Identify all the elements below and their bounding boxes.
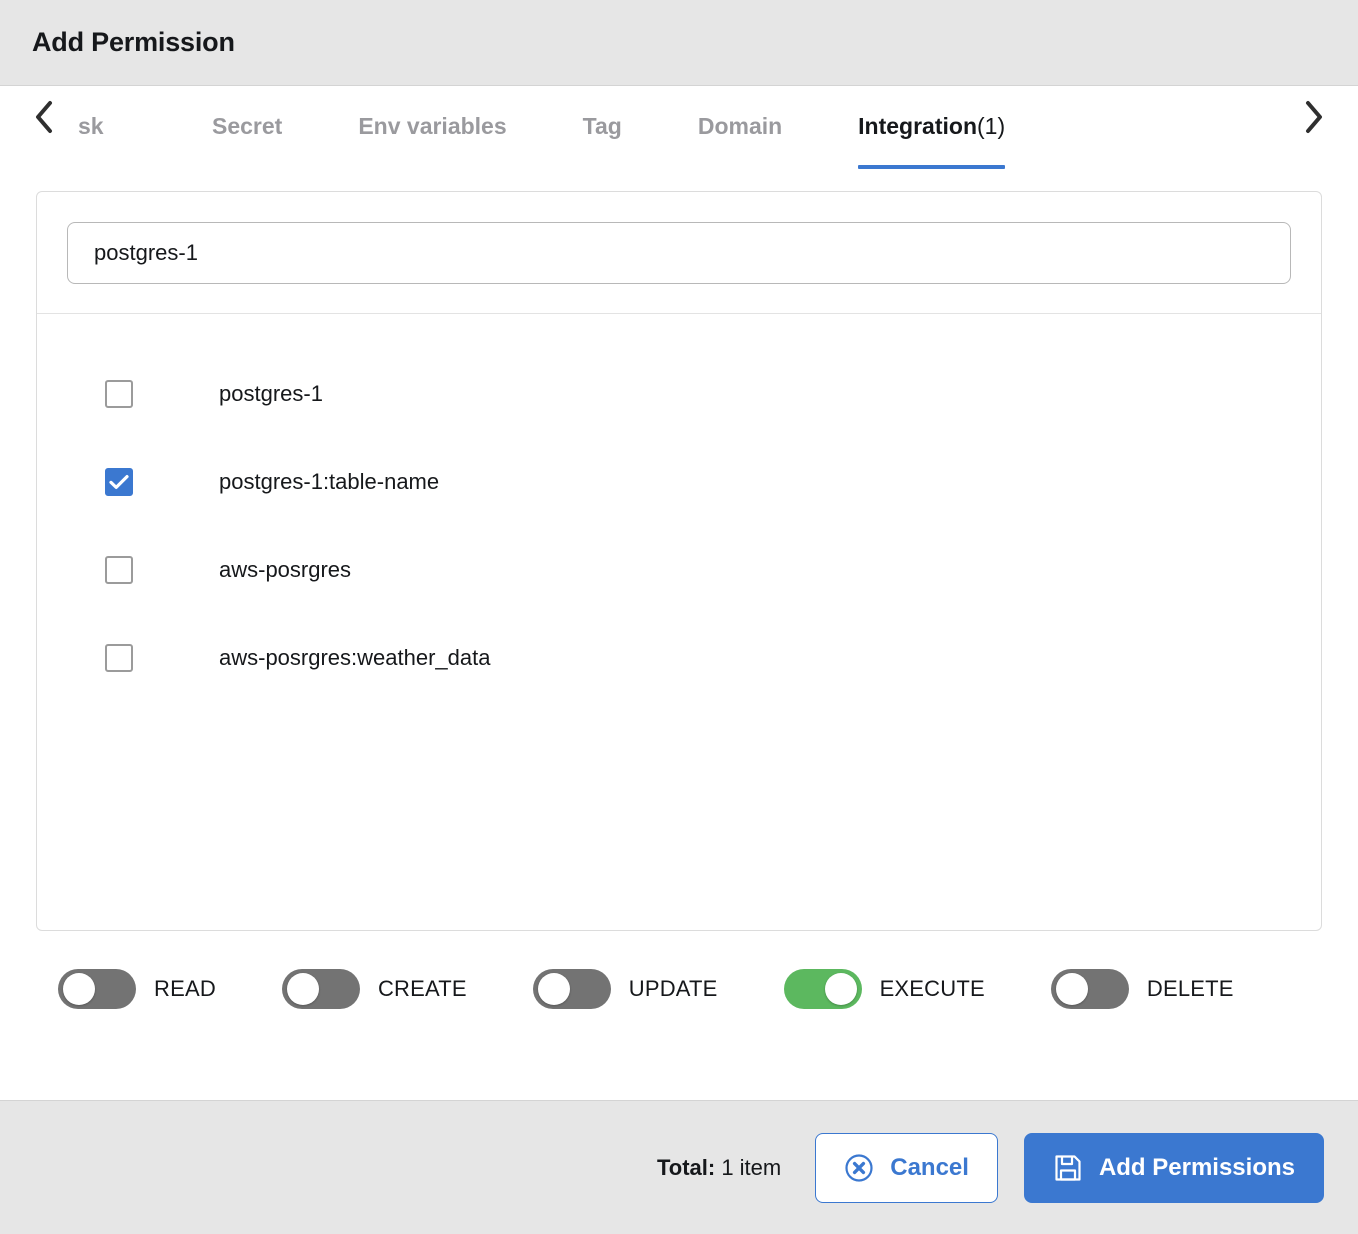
integration-option-list[interactable]: postgres-1 postgres-1:table-name aws-pos… <box>37 314 1321 930</box>
checkbox-aws-posrgres[interactable] <box>105 556 133 584</box>
list-item[interactable]: postgres-1 <box>37 350 1321 438</box>
tab-domain[interactable]: Domain <box>698 86 782 166</box>
tab-bar: sk Secret Env variables Tag Domain Integ… <box>0 86 1358 191</box>
tab-env-variables-label: Env variables <box>358 112 507 139</box>
permission-read-label: READ <box>154 976 216 1001</box>
checkbox-postgres-1[interactable] <box>105 380 133 408</box>
toggle-knob <box>1055 973 1088 1005</box>
list-item-label: aws-posrgres:weather_data <box>219 645 491 670</box>
tab-strip: sk Secret Env variables Tag Domain Integ… <box>70 86 1288 191</box>
checkbox-aws-posrgres-weather-data[interactable] <box>105 644 133 672</box>
permission-delete[interactable]: DELETE <box>1050 969 1234 1009</box>
cancel-button-label: Cancel <box>890 1153 969 1181</box>
toggle-delete[interactable] <box>1050 969 1129 1009</box>
page-title: Add Permission <box>32 27 235 57</box>
search-row <box>37 192 1321 314</box>
permission-execute[interactable]: EXECUTE <box>783 969 985 1009</box>
close-circle-icon <box>844 1153 874 1183</box>
list-item-label: postgres-1:table-name <box>219 469 440 494</box>
tab-integration-count: (1) <box>977 112 1006 139</box>
permission-create-label: CREATE <box>377 976 467 1001</box>
save-floppy-icon <box>1053 1153 1083 1183</box>
toggle-read[interactable] <box>58 969 136 1009</box>
permission-read[interactable]: READ <box>58 969 216 1009</box>
add-permissions-button-label: Add Permissions <box>1098 1153 1295 1181</box>
permission-execute-label: EXECUTE <box>879 976 985 1001</box>
total-value: 1 item <box>715 1154 782 1180</box>
dialog-header: Add Permission <box>0 0 1358 86</box>
chevron-right-icon[interactable] <box>1288 86 1340 148</box>
add-permission-dialog: Add Permission sk Secret Env variables T… <box>0 0 1358 1234</box>
tab-domain-label: Domain <box>697 112 783 139</box>
tab-clipped[interactable]: sk <box>78 86 136 166</box>
list-item-label: aws-posrgres <box>219 557 352 582</box>
tab-tag-label: Tag <box>582 112 622 139</box>
toggle-create[interactable] <box>281 969 360 1009</box>
list-item-label: postgres-1 <box>219 381 323 406</box>
checkbox-postgres-1-table-name[interactable] <box>105 468 133 496</box>
toggle-knob <box>63 973 95 1005</box>
toggle-update[interactable] <box>532 969 611 1009</box>
dialog-body: postgres-1 postgres-1:table-name <box>0 191 1358 1100</box>
chevron-left-icon[interactable] <box>18 86 70 148</box>
toggle-knob <box>537 973 570 1005</box>
total-count: Total: 1 item <box>657 1155 781 1181</box>
permission-toggle-row: READ CREATE UPDATE EXECUTE DELETE <box>36 931 1322 1009</box>
tab-integration[interactable]: Integration (1) <box>858 86 1006 169</box>
tab-secret-label: Secret <box>212 112 283 139</box>
permission-delete-label: DELETE <box>1146 976 1234 1001</box>
add-permissions-button[interactable]: Add Permissions <box>1023 1132 1324 1203</box>
permission-update[interactable]: UPDATE <box>532 969 718 1009</box>
list-item[interactable]: aws-posrgres <box>37 526 1321 614</box>
tab-integration-label: Integration <box>858 112 978 139</box>
list-item[interactable]: postgres-1:table-name <box>37 438 1321 526</box>
toggle-knob <box>286 973 319 1005</box>
tab-secret[interactable]: Secret <box>212 86 282 166</box>
toggle-execute[interactable] <box>783 969 862 1009</box>
list-item[interactable]: aws-posrgres:weather_data <box>37 614 1321 702</box>
tab-tag[interactable]: Tag <box>583 86 622 166</box>
tab-clipped-label: sk <box>78 112 104 139</box>
tab-env-variables[interactable]: Env variables <box>358 86 506 166</box>
total-label: Total: <box>656 1154 716 1180</box>
cancel-button[interactable]: Cancel <box>815 1132 998 1203</box>
search-input[interactable] <box>67 222 1291 284</box>
permission-create[interactable]: CREATE <box>281 969 467 1009</box>
dialog-footer: Total: 1 item Cancel Add Permissions <box>0 1100 1358 1234</box>
toggle-knob <box>824 973 857 1005</box>
integration-picker-panel: postgres-1 postgres-1:table-name <box>36 191 1322 931</box>
permission-update-label: UPDATE <box>628 976 718 1001</box>
